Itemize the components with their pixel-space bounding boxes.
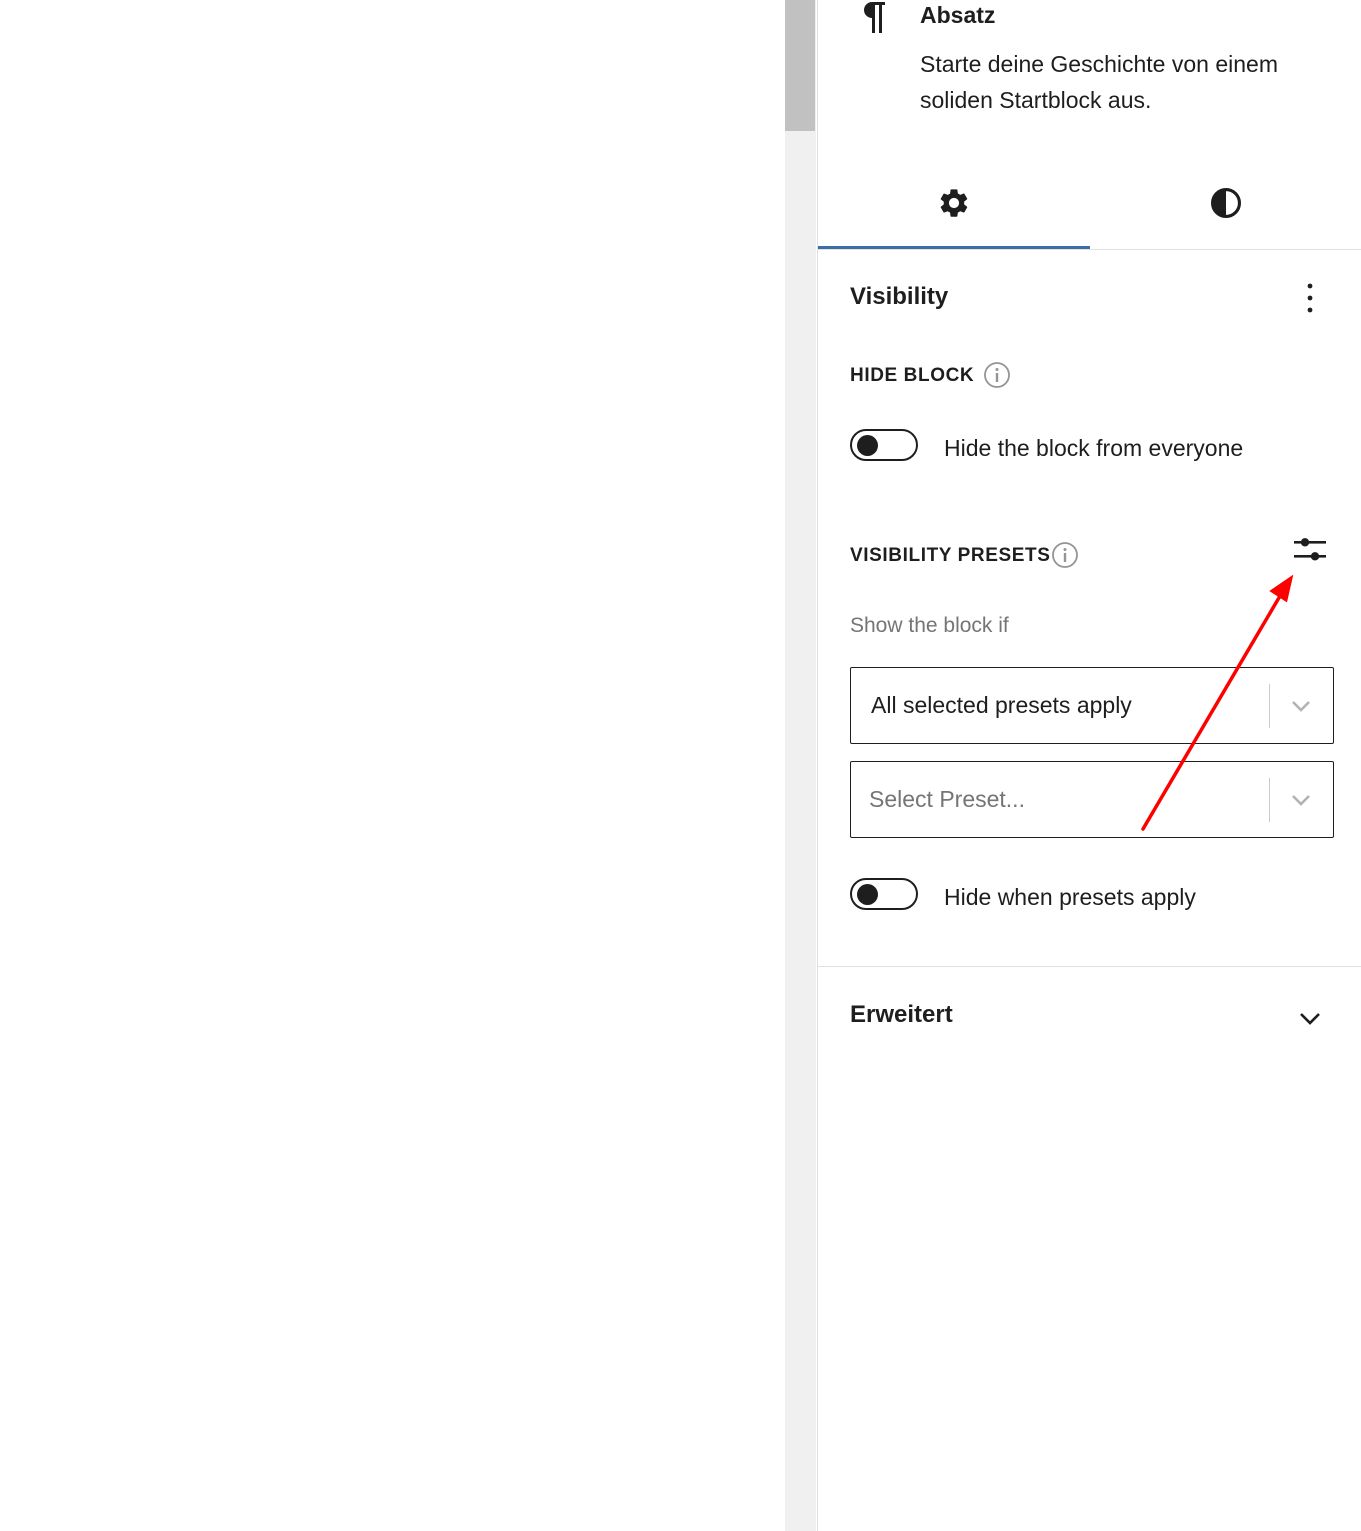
inspector-tabs: [818, 158, 1361, 250]
editor-canvas: [0, 0, 785, 1531]
chevron-down-icon: [1292, 701, 1310, 712]
gear-icon: [940, 189, 968, 217]
visibility-presets-label: VISIBILITY PRESETS: [850, 545, 1051, 566]
chevron-down-icon: [1292, 795, 1310, 806]
more-vertical-icon[interactable]: [1296, 279, 1324, 317]
hide-block-toggle-label: Hide the block from everyone: [944, 435, 1244, 461]
presets-hint: Show the block if: [850, 614, 1009, 637]
tab-styles[interactable]: [1090, 158, 1361, 248]
preset-mode-value: All selected presets apply: [871, 692, 1132, 718]
tab-settings[interactable]: [818, 158, 1090, 249]
block-description: Starte deine Geschichte von einem solide…: [920, 51, 1278, 113]
sliders-settings-icon[interactable]: [1290, 532, 1330, 572]
preset-mode-select[interactable]: All selected presets apply: [850, 667, 1334, 744]
info-icon[interactable]: [983, 361, 1011, 389]
chevron-down-icon[interactable]: [1296, 1004, 1324, 1032]
select-separator: [1269, 778, 1270, 822]
toggle-knob: [857, 884, 878, 905]
select-separator: [1269, 684, 1270, 728]
block-settings-sidebar: Absatz Starte deine Geschichte von einem…: [817, 0, 1361, 1531]
block-card: Absatz Starte deine Geschichte von einem…: [818, 0, 1361, 150]
scrollbar-track[interactable]: [785, 0, 816, 1531]
advanced-panel-title: Erweitert: [850, 1001, 953, 1028]
hide-block-label: HIDE BLOCK: [850, 365, 975, 386]
preset-select-placeholder: Select Preset...: [869, 786, 1025, 812]
hide-when-presets-toggle[interactable]: [850, 878, 918, 910]
preset-select[interactable]: Select Preset...: [850, 761, 1334, 838]
info-icon[interactable]: [1051, 541, 1079, 569]
pilcrow-icon: [864, 2, 885, 33]
hide-when-presets-label: Hide when presets apply: [944, 884, 1196, 910]
toggle-knob: [857, 435, 878, 456]
hide-block-toggle[interactable]: [850, 429, 918, 461]
visibility-panel-title: Visibility: [850, 283, 949, 310]
contrast-icon: [1210, 187, 1242, 219]
scrollbar-thumb[interactable]: [785, 0, 815, 131]
block-title: Absatz: [920, 2, 996, 28]
